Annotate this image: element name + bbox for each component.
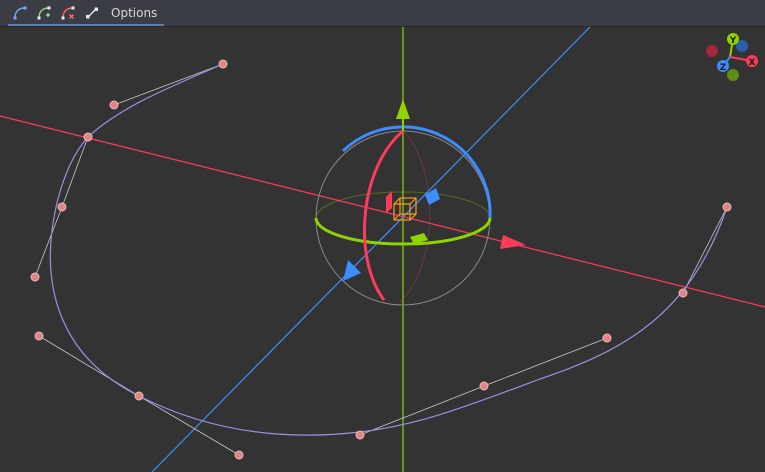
path-tools-group: Options: [8, 2, 165, 26]
orientation-neg-x-dot[interactable]: [706, 45, 718, 57]
editor-app: Options Y X Z: [0, 0, 765, 472]
orientation-z-label: Z: [720, 63, 727, 73]
orientation-x-label: X: [749, 58, 756, 68]
select-points-button[interactable]: [8, 3, 32, 23]
curve-select-points-icon: [13, 6, 27, 20]
x-axis-line: [0, 115, 765, 308]
options-menu-button[interactable]: Options: [108, 3, 160, 23]
orientation-y-label: Y: [729, 36, 737, 46]
path-curve: [49, 63, 728, 436]
add-point-button[interactable]: [32, 3, 56, 23]
curve-delete-point-icon: [61, 6, 75, 20]
path-point[interactable]: [218, 59, 228, 69]
path-point[interactable]: [109, 100, 119, 110]
path-point[interactable]: [57, 202, 67, 212]
path-point[interactable]: [355, 430, 365, 440]
path-point[interactable]: [678, 288, 688, 298]
path-point[interactable]: [30, 272, 40, 282]
path-point[interactable]: [34, 331, 44, 341]
plane-handle-red: [386, 191, 392, 213]
path-control-points[interactable]: [30, 59, 732, 460]
transform-gizmo[interactable]: [314, 99, 526, 306]
viewport-scene[interactable]: Y X Z: [0, 27, 765, 472]
delete-point-button[interactable]: [56, 3, 80, 23]
orientation-neg-y-dot[interactable]: [727, 69, 739, 81]
3d-viewport[interactable]: Y X Z: [0, 27, 765, 472]
plane-handle-blue: [425, 188, 440, 205]
viewport-toolbar: Options: [0, 0, 765, 27]
curve-add-point-icon: [37, 6, 51, 20]
curve-close-icon: [85, 6, 99, 20]
path-point[interactable]: [134, 391, 144, 401]
path-point[interactable]: [602, 333, 612, 343]
move-y-arrow: [396, 99, 410, 119]
orientation-gizmo[interactable]: Y X Z: [706, 33, 758, 81]
close-curve-button[interactable]: [80, 3, 104, 23]
path-point[interactable]: [479, 381, 489, 391]
path-point[interactable]: [83, 132, 93, 142]
path-point[interactable]: [234, 450, 244, 460]
path-point[interactable]: [722, 202, 732, 212]
z-axis-line: [151, 27, 591, 472]
